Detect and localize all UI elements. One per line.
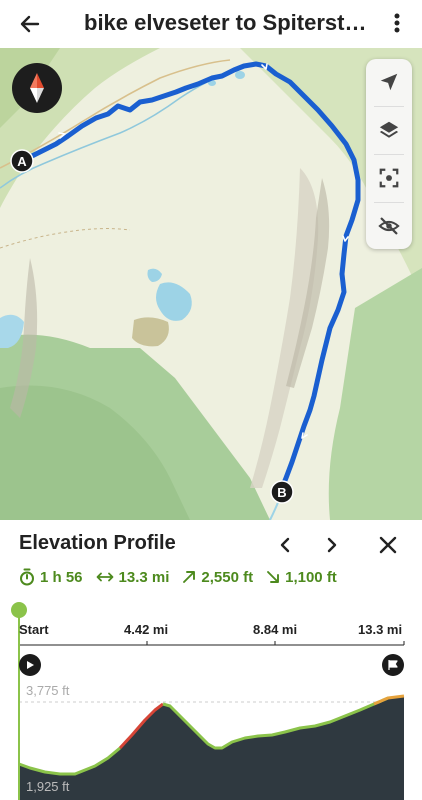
back-button[interactable]: [14, 8, 46, 40]
end-marker-label: B: [277, 485, 286, 500]
close-button[interactable]: [373, 530, 403, 560]
chevron-left-icon: [280, 537, 290, 553]
descent-arrow-icon: [267, 571, 280, 583]
locate-button[interactable]: [366, 59, 412, 105]
ascent-stat: 2,550 ft: [182, 569, 253, 586]
distance-icon: [96, 572, 113, 582]
map-canvas[interactable]: A B: [0, 48, 422, 520]
duration-stat: 1 h 56: [19, 568, 83, 586]
chevron-right-icon: [327, 537, 337, 553]
duration-value: 1 h 56: [40, 568, 83, 586]
focus-route-button[interactable]: [366, 155, 412, 201]
toggle-visibility-button[interactable]: [366, 203, 412, 249]
layers-icon: [379, 121, 399, 138]
locate-icon: [380, 73, 398, 91]
close-icon: [379, 536, 397, 554]
compass-icon: [30, 73, 44, 103]
focus-icon: [379, 168, 399, 188]
map-toolbar: [366, 59, 412, 249]
next-button[interactable]: [317, 530, 347, 560]
axis-tick-13: 13.3 mi: [358, 622, 403, 637]
elevation-max-label: 3,775 ft: [26, 683, 70, 698]
ascent-arrow-icon: [183, 571, 196, 583]
start-marker-label: A: [17, 154, 27, 169]
finish-flag[interactable]: [382, 654, 404, 676]
ascent-value: 2,550 ft: [201, 568, 254, 586]
arrow-left-icon: [20, 15, 40, 33]
layers-button[interactable]: [366, 107, 412, 153]
more-options-button[interactable]: [384, 6, 410, 40]
axis-tick-start: Start: [19, 622, 49, 637]
elevation-min-label: 1,925 ft: [26, 779, 70, 794]
panel-title: Elevation Profile: [19, 532, 176, 554]
finish-flag-icon: [388, 660, 398, 670]
axis-tick-4: 4.42 mi: [124, 622, 169, 637]
route-stats: 1 h 56 13.3 mi 2,550 ft 1,100 ft: [19, 566, 350, 588]
descent-stat: 1,100 ft: [266, 569, 337, 586]
start-marker: A: [10, 149, 34, 173]
play-icon: [27, 661, 34, 669]
distance-stat: 13.3 mi: [96, 568, 170, 586]
more-vertical-icon: [394, 13, 400, 33]
page-title: bike elveseter to Spiterstulen: [84, 10, 376, 35]
descent-value: 1,100 ft: [285, 568, 337, 586]
elevation-profile-chart[interactable]: Start 4.42 mi 8.84 mi 13.3 mi 3,775 ft 1…: [0, 600, 422, 800]
top-bar: bike elveseter to Spiterstulen: [0, 0, 422, 48]
route-map[interactable]: A B: [0, 48, 422, 520]
end-marker: B: [270, 480, 294, 504]
start-flag[interactable]: [19, 654, 41, 676]
scrubber-handle: [11, 602, 27, 618]
compass-button[interactable]: [12, 63, 62, 113]
distance-value: 13.3 mi: [118, 568, 170, 586]
visibility-off-icon: [378, 217, 400, 235]
stopwatch-icon: [20, 568, 34, 586]
previous-button[interactable]: [270, 530, 300, 560]
axis-tick-8: 8.84 mi: [253, 622, 298, 637]
elevation-panel: Elevation Profile 1 h 56 13.3 mi 2,550 f…: [0, 520, 422, 800]
